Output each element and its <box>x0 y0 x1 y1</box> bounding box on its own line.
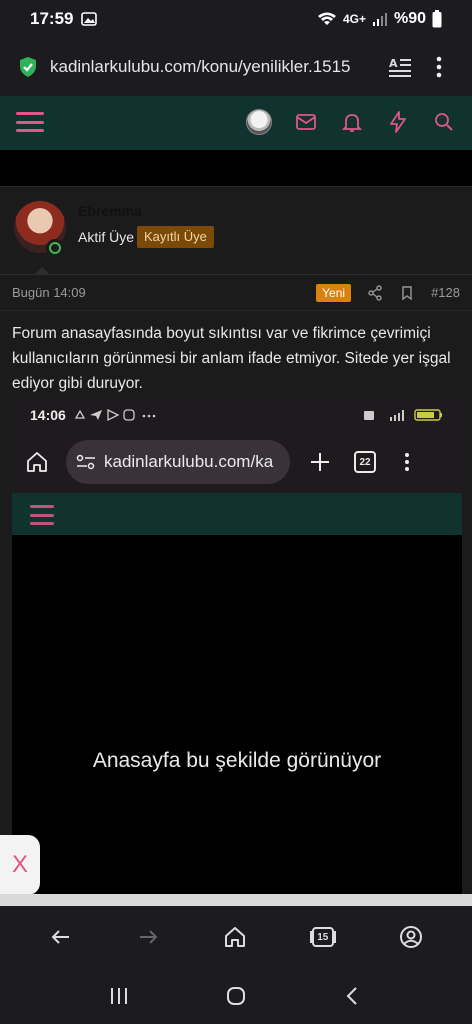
status-bar: 17:59 4G+ %90 <box>0 0 472 38</box>
post-number[interactable]: #128 <box>431 285 460 300</box>
post-body: Forum anasayfasında boyut sıkıntısı var … <box>12 325 451 392</box>
bottom-separator <box>0 894 472 906</box>
bell-icon[interactable] <box>340 110 364 134</box>
post-user-block: Ebremma Aktif Üye Kayıtlı Üye <box>0 187 472 275</box>
close-label: X <box>11 851 28 878</box>
user-block-arrow <box>34 267 50 275</box>
status-time: 17:59 <box>30 9 74 28</box>
embedded-home-icon <box>27 452 47 472</box>
url-text[interactable]: kadinlarkulubu.com/konu/yenilikler.1515 <box>50 57 376 77</box>
profile-icon[interactable] <box>399 925 423 949</box>
embedded-new-tab-icon <box>311 453 329 471</box>
embedded-menu-icon <box>30 505 54 525</box>
network-label: 4G+ <box>342 12 366 26</box>
embedded-url-text: kadinlarkulubu.com/ka <box>104 452 274 471</box>
embedded-notification-icons <box>74 408 156 422</box>
embedded-caption: Anasayfa bu şekilde görünüyor <box>92 749 382 772</box>
post-date[interactable]: Bugün 14:09 <box>12 285 86 300</box>
wifi-icon <box>317 12 336 25</box>
embedded-url-pill: kadinlarkulubu.com/ka <box>66 440 290 484</box>
back-arrow-icon[interactable] <box>49 925 73 949</box>
forum-post: Ebremma Aktif Üye Kayıtlı Üye Bugün 14:0… <box>0 186 472 907</box>
search-icon[interactable] <box>432 110 456 134</box>
user-role: Aktif Üye <box>78 229 135 245</box>
gallery-notification-icon <box>81 11 98 27</box>
reader-mode-icon[interactable]: A <box>388 56 412 78</box>
system-home-icon[interactable] <box>225 985 247 1007</box>
embedded-battery-icon <box>414 409 442 421</box>
svg-text:A: A <box>389 57 398 70</box>
floating-close-button[interactable]: X <box>0 835 40 895</box>
tab-count: 15 <box>317 932 329 943</box>
embedded-status-bar: 14:06 <box>12 399 462 431</box>
spacer <box>0 150 472 186</box>
system-back-icon[interactable] <box>342 985 364 1007</box>
tabs-button[interactable]: 15 <box>309 925 336 949</box>
browser-bottom-nav: 15 <box>0 906 472 968</box>
forward-arrow-icon[interactable] <box>136 925 160 949</box>
embedded-more-menu-icon <box>405 453 409 471</box>
secure-shield-icon <box>20 57 36 77</box>
battery-icon <box>432 10 442 28</box>
status-icons: 4G+ %90 <box>317 10 442 28</box>
user-name[interactable]: Ebremma <box>78 203 142 219</box>
post-meta: Bugün 14:09 Yeni #128 <box>0 275 472 311</box>
embedded-site-settings-icon <box>76 454 95 470</box>
embedded-tab-count: 22 <box>354 451 376 473</box>
embedded-screenshot[interactable]: 14:06 kadinlarkulubu.com/ka 22 Anasayfa … <box>12 399 462 907</box>
more-menu-icon[interactable] <box>436 56 442 78</box>
online-status-icon <box>46 239 64 257</box>
menu-icon[interactable] <box>16 110 44 134</box>
home-icon[interactable] <box>223 925 247 949</box>
site-header <box>0 96 472 150</box>
bolt-icon[interactable] <box>386 110 410 134</box>
embedded-signal-icon <box>364 410 404 421</box>
browser-url-bar[interactable]: kadinlarkulubu.com/konu/yenilikler.1515 … <box>0 38 472 96</box>
new-badge: Yeni <box>316 283 352 302</box>
embedded-url-bar: kadinlarkulubu.com/ka 22 <box>12 431 462 493</box>
share-icon[interactable] <box>367 284 383 301</box>
recent-apps-icon[interactable] <box>108 985 130 1007</box>
mail-icon[interactable] <box>294 110 318 134</box>
battery-percent: %90 <box>393 10 426 27</box>
user-badge: Kayıtlı Üye <box>137 226 214 248</box>
bookmark-icon[interactable] <box>399 285 415 301</box>
embedded-site-header <box>12 493 462 535</box>
system-nav-bar <box>0 968 472 1024</box>
avatar[interactable] <box>246 109 272 135</box>
embedded-time: 14:06 <box>30 407 66 423</box>
signal-icon <box>372 13 387 26</box>
